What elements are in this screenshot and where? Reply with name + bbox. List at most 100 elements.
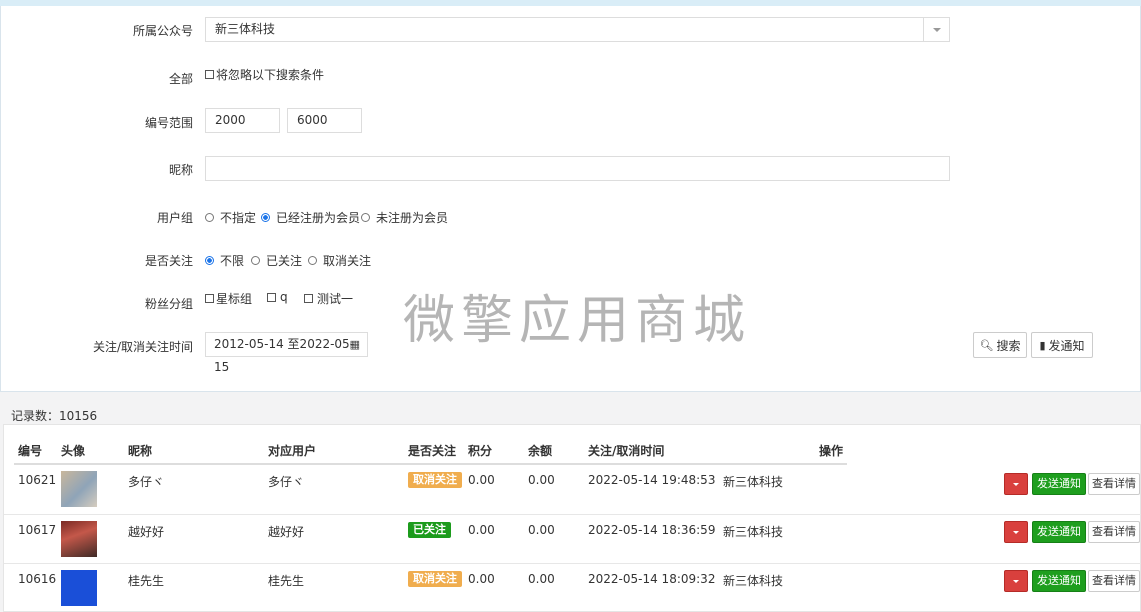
send-notify-button[interactable]: 发送通知	[1032, 570, 1086, 592]
watermark: 微擎应用商城	[403, 291, 752, 351]
checkbox[interactable]	[304, 294, 313, 303]
row-id: 10616	[18, 572, 57, 586]
col-header-avatar: 头像	[61, 444, 86, 458]
row-points: 0.00	[468, 473, 495, 487]
option-label: 已关注	[266, 254, 303, 268]
row-points: 0.00	[468, 523, 495, 537]
col-header-user: 对应用户	[268, 444, 317, 458]
status-badge: 已关注	[408, 522, 451, 538]
send-notify-button[interactable]: 发送通知	[1032, 473, 1086, 495]
row-dropdown-button[interactable]	[1004, 473, 1028, 495]
checkbox[interactable]	[205, 294, 214, 303]
all-label: 全部	[168, 72, 193, 86]
nickname-input[interactable]	[205, 156, 950, 181]
table-row: 10621 多仔ヾ 多仔ヾ 取消关注 0.00 0.00 2022-05-14 …	[4, 465, 1141, 514]
checkbox[interactable]	[267, 292, 276, 302]
account-label: 所属公众号	[132, 24, 193, 38]
radio-checked-icon[interactable]	[205, 256, 214, 265]
row-user: 越好好	[268, 525, 305, 539]
date-range-value: 2012-05-14 至2022-05-15	[214, 337, 355, 374]
col-header-id: 编号	[18, 444, 43, 458]
row-time: 2022-05-14 18:09:32	[588, 572, 716, 586]
radio-icon[interactable]	[361, 213, 370, 222]
avatar	[61, 521, 97, 557]
search-button-label: 搜索	[996, 338, 1021, 353]
user-group-option-registered[interactable]: 已经注册为会员	[261, 209, 360, 226]
nickname-label: 昵称	[168, 163, 193, 177]
all-checkbox-option[interactable]: 将忽略以下搜索条件	[205, 66, 324, 83]
view-detail-button[interactable]: 查看详情	[1088, 570, 1140, 592]
table-row: 10617 越好好 越好好 已关注 0.00 0.00 2022-05-14 1…	[4, 514, 1141, 563]
row-id: 10621	[18, 473, 57, 487]
option-label: 不指定	[220, 211, 257, 225]
option-label: 取消关注	[323, 254, 372, 268]
user-group-option-unspecified[interactable]: 不指定	[205, 209, 256, 226]
search-icon: 🔍︎	[979, 338, 994, 352]
status-badge: 取消关注	[408, 571, 462, 587]
option-label: 星标组	[216, 292, 253, 306]
row-balance: 0.00	[528, 473, 555, 487]
row-account: 新三体科技	[723, 525, 784, 539]
filter-panel: 所属公众号 新三体科技 全部 将忽略以下搜索条件 编号范围 2000 6000 …	[0, 6, 1141, 392]
user-group-option-unregistered[interactable]: 未注册为会员	[361, 209, 448, 226]
record-count: 记录数：10156	[11, 409, 98, 423]
row-time: 2022-05-14 18:36:59	[588, 523, 716, 537]
fan-group-option-q[interactable]: q	[267, 290, 288, 304]
row-nickname: 越好好	[128, 525, 165, 539]
follow-label: 是否关注	[144, 254, 193, 268]
chevron-down-icon	[923, 18, 949, 41]
row-nickname: 桂先生	[128, 574, 165, 588]
view-detail-button[interactable]: 查看详情	[1088, 473, 1140, 495]
calendar-icon: ▦	[349, 338, 360, 351]
fan-group-option-star[interactable]: 星标组	[205, 290, 252, 307]
date-range-picker[interactable]: 2012-05-14 至2022-05-15 ▦	[205, 332, 368, 374]
col-header-balance: 余额	[528, 444, 553, 458]
option-label: 测试一	[317, 292, 354, 306]
row-account: 新三体科技	[723, 475, 784, 489]
user-group-label: 用户组	[156, 211, 193, 225]
col-header-points: 积分	[468, 444, 493, 458]
id-range-from-input[interactable]: 2000	[205, 108, 280, 133]
account-select-value: 新三体科技	[215, 22, 276, 36]
notify-button[interactable]: ▮ 发通知	[1031, 332, 1093, 358]
col-header-actions: 操作	[819, 444, 844, 458]
row-dropdown-button[interactable]	[1004, 521, 1028, 543]
view-detail-button[interactable]: 查看详情	[1088, 521, 1140, 543]
follow-option-unfollowed[interactable]: 取消关注	[308, 252, 371, 269]
row-time: 2022-05-14 19:48:53	[588, 473, 716, 487]
row-points: 0.00	[468, 572, 495, 586]
col-header-follow: 是否关注	[408, 444, 457, 458]
send-notify-button[interactable]: 发送通知	[1032, 521, 1086, 543]
file-icon: ▮	[1039, 338, 1046, 352]
radio-icon[interactable]	[308, 256, 317, 265]
radio-icon[interactable]	[205, 213, 214, 222]
time-label: 关注/取消关注时间	[92, 340, 193, 354]
fan-group-label: 粉丝分组	[144, 297, 193, 311]
account-select[interactable]: 新三体科技	[205, 17, 950, 42]
option-label: 未注册为会员	[376, 211, 449, 225]
avatar	[61, 570, 97, 606]
checkbox[interactable]	[205, 70, 214, 79]
status-badge: 取消关注	[408, 472, 462, 488]
option-label: 已经注册为会员	[276, 211, 361, 225]
col-header-nickname: 昵称	[128, 444, 153, 458]
row-user: 多仔ヾ	[268, 475, 305, 489]
search-button[interactable]: 🔍︎ 搜索	[973, 332, 1027, 358]
fans-table: 编号 头像 昵称 对应用户 是否关注 积分 余额 关注/取消时间 操作 1062…	[3, 424, 1141, 612]
id-range-label: 编号范围	[144, 116, 193, 130]
all-option-text: 将忽略以下搜索条件	[216, 68, 325, 82]
row-user: 桂先生	[268, 574, 305, 588]
radio-icon[interactable]	[251, 256, 260, 265]
table-row: 10616 桂先生 桂先生 取消关注 0.00 0.00 2022-05-14 …	[4, 563, 1141, 612]
row-dropdown-button[interactable]	[1004, 570, 1028, 592]
id-range-to-input[interactable]: 6000	[287, 108, 362, 133]
option-label: q	[280, 290, 288, 304]
radio-checked-icon[interactable]	[261, 213, 270, 222]
avatar	[61, 471, 97, 507]
follow-option-any[interactable]: 不限	[205, 252, 244, 269]
option-label: 不限	[220, 254, 245, 268]
row-balance: 0.00	[528, 523, 555, 537]
follow-option-followed[interactable]: 已关注	[251, 252, 302, 269]
row-nickname: 多仔ヾ	[128, 475, 165, 489]
fan-group-option-test[interactable]: 测试一	[304, 290, 353, 307]
